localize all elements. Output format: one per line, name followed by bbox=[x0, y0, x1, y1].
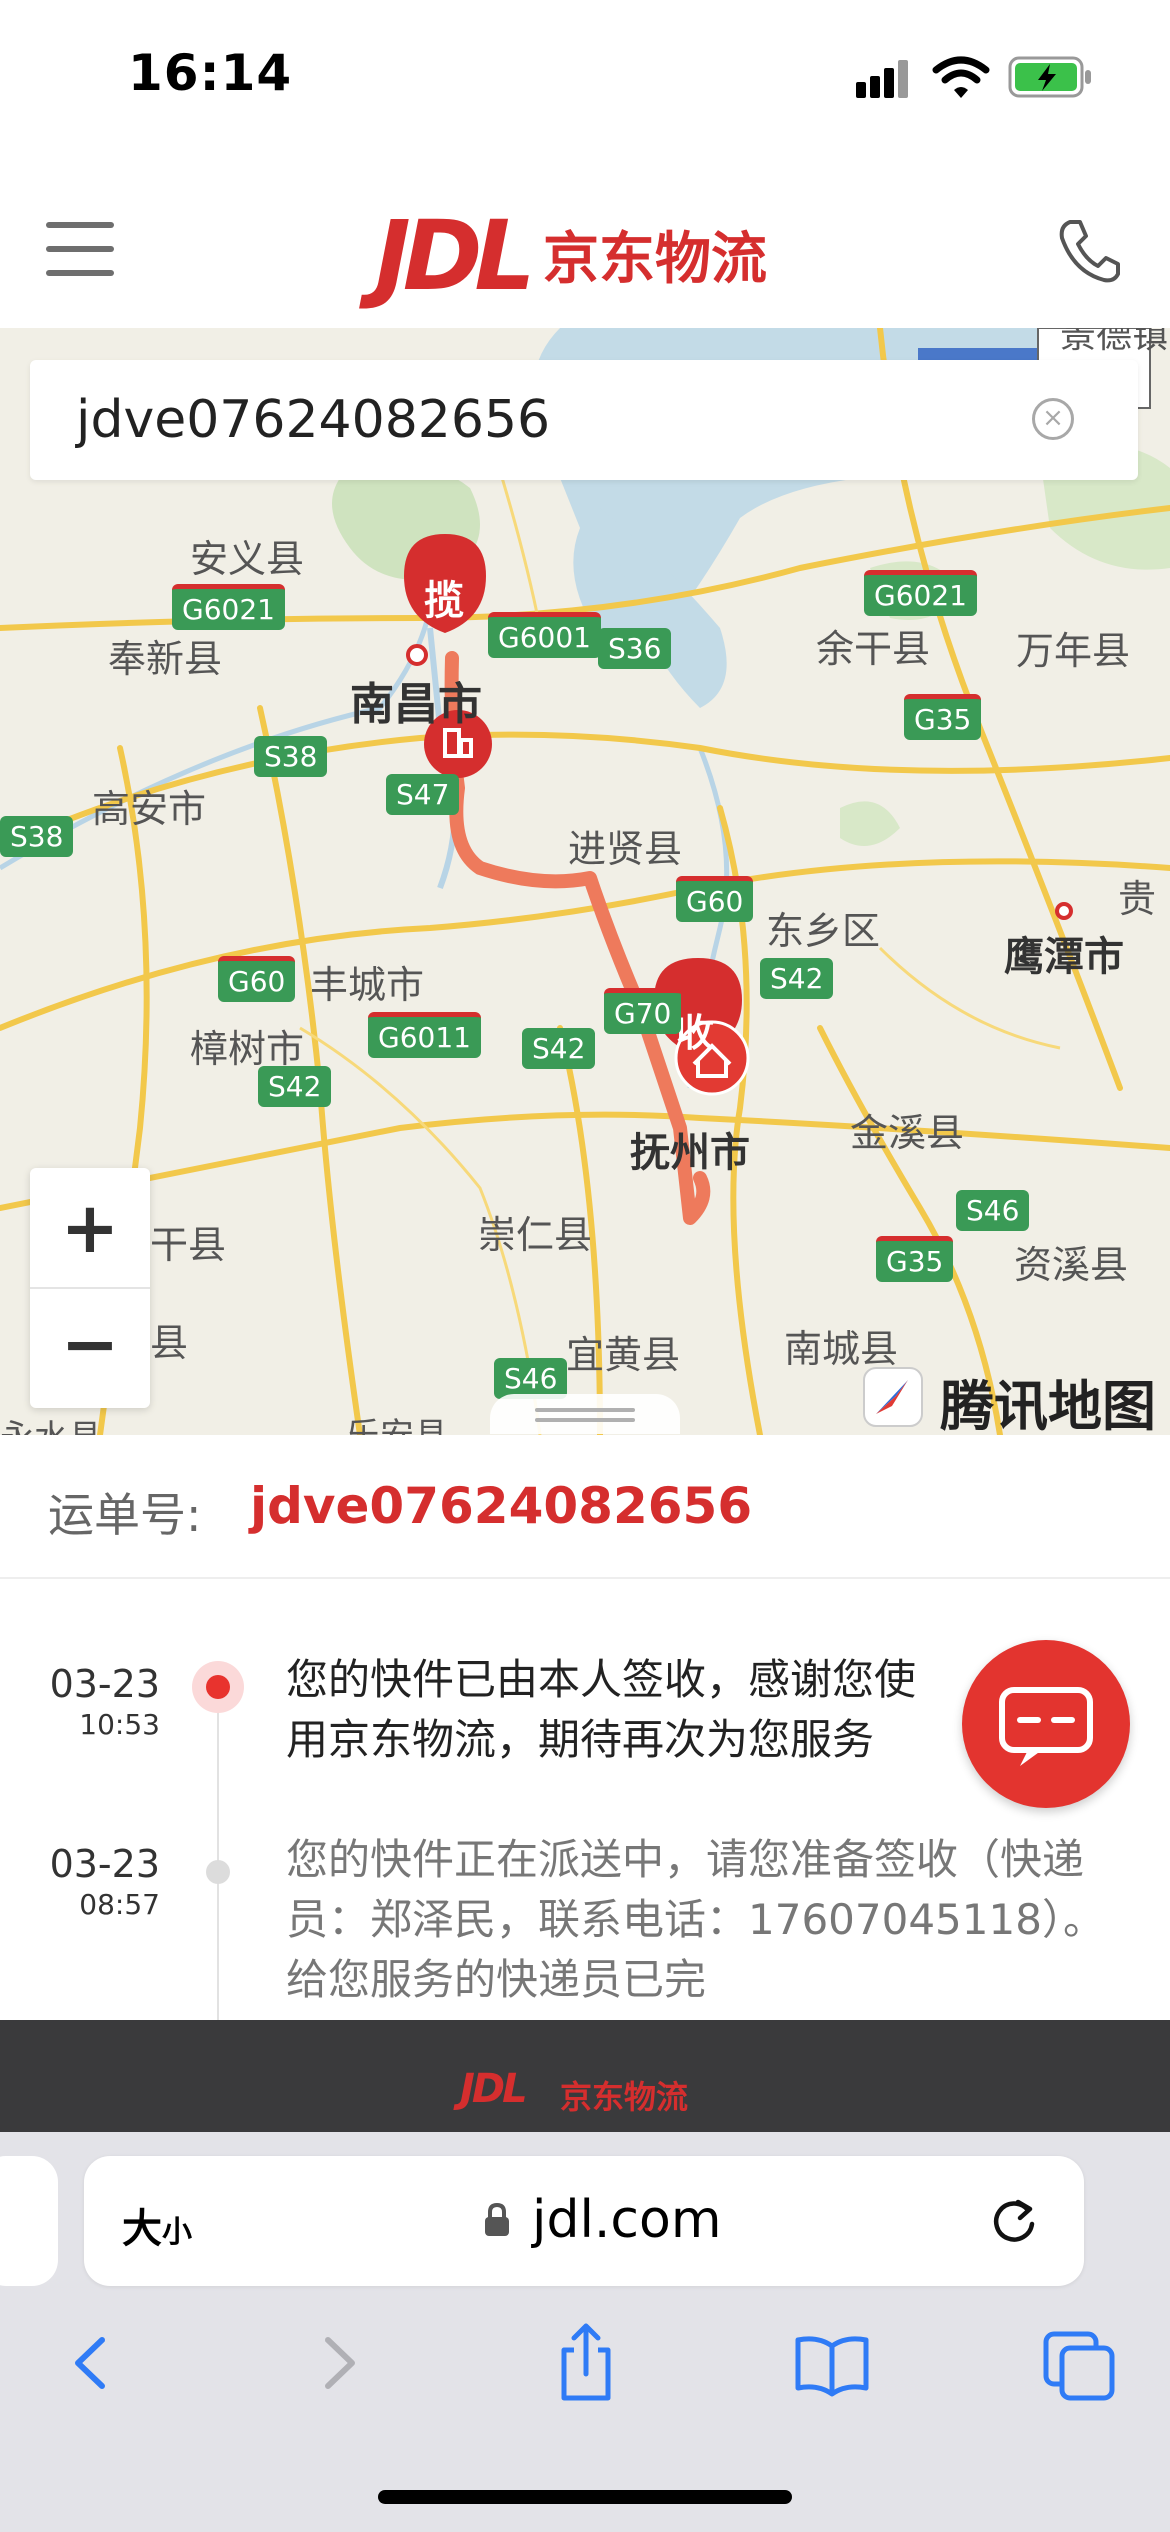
marker-pickup[interactable]: 揽 bbox=[424, 568, 464, 626]
clear-icon[interactable]: × bbox=[1032, 398, 1074, 440]
place-label: 樟树市 bbox=[190, 1027, 305, 1071]
zoom-control: + − bbox=[30, 1168, 150, 1408]
place-label: 贵 bbox=[1118, 877, 1157, 921]
waybill-row: 运单号: jdve07624082656 bbox=[0, 1435, 1170, 1579]
place-label: 景德镇 bbox=[1060, 328, 1169, 356]
tabs-icon[interactable] bbox=[1040, 2318, 1120, 2408]
place-label: 奉新县 bbox=[108, 637, 223, 681]
place-label: 万年县 bbox=[1016, 629, 1131, 673]
highway-shield: G60 bbox=[218, 956, 296, 1002]
highway-shield: G6021 bbox=[864, 570, 977, 616]
highway-shield: G35 bbox=[904, 694, 982, 740]
highway-shield: S42 bbox=[258, 1066, 332, 1107]
highway-shield: G6001 bbox=[488, 612, 601, 658]
wifi-icon bbox=[932, 56, 990, 98]
bookmarks-icon[interactable] bbox=[792, 2318, 872, 2408]
tracking-number-input[interactable]: jdve07624082656 bbox=[76, 390, 550, 450]
phone-icon[interactable] bbox=[1056, 218, 1120, 284]
url-text: jdl.com bbox=[532, 2190, 722, 2250]
timeline-dot-active bbox=[192, 1661, 244, 1713]
brand-name: 京东物流 bbox=[543, 227, 767, 292]
forward-icon[interactable] bbox=[300, 2318, 380, 2408]
place-label: 鹰潭市 bbox=[1004, 934, 1124, 980]
battery-charging-icon bbox=[1008, 56, 1091, 98]
highway-shield: G70 bbox=[604, 988, 682, 1034]
highway-shield: S38 bbox=[0, 816, 74, 857]
place-label: 永水县 bbox=[0, 1410, 102, 1435]
chat-icon bbox=[999, 1687, 1093, 1766]
waybill-number: jdve07624082656 bbox=[250, 1477, 753, 1535]
timeline-date: 03-23 bbox=[49, 1842, 160, 1886]
map-provider-label: 腾讯地图 bbox=[940, 1375, 1156, 1438]
highway-shield: S47 bbox=[386, 774, 460, 815]
waybill-label: 运单号: bbox=[48, 1488, 202, 1542]
highway-shield: G60 bbox=[676, 876, 754, 922]
place-label: 抚州市 bbox=[630, 1130, 750, 1176]
timeline-time: 08:57 bbox=[79, 1888, 160, 1921]
place-label: 金溪县 bbox=[850, 1111, 965, 1155]
highway-shield: S46 bbox=[956, 1190, 1030, 1231]
highway-shield: G6011 bbox=[368, 1012, 481, 1058]
place-label: 崇仁县 bbox=[478, 1213, 593, 1257]
place-label: 资溪县 bbox=[1014, 1243, 1129, 1287]
place-label: 高安市 bbox=[92, 787, 207, 831]
reload-icon[interactable] bbox=[988, 2196, 1040, 2248]
place-label: 余干县 bbox=[816, 627, 931, 671]
highway-shield: G6021 bbox=[172, 584, 285, 630]
highway-shield: S36 bbox=[598, 628, 672, 669]
highway-shield: S42 bbox=[522, 1028, 596, 1069]
highway-shield: G35 bbox=[876, 1236, 954, 1282]
menu-icon[interactable] bbox=[46, 222, 114, 276]
zoom-out-button[interactable]: − bbox=[30, 1288, 150, 1408]
drawer-handle[interactable] bbox=[490, 1394, 680, 1434]
timeline-line bbox=[217, 1690, 219, 2020]
place-label: 进贤县 bbox=[568, 827, 683, 871]
text-size-small: 小 bbox=[162, 2215, 192, 2250]
address-bar[interactable]: 大小 jdl.com bbox=[84, 2156, 1084, 2286]
text-size-button[interactable]: 大小 bbox=[122, 2196, 192, 2254]
share-icon[interactable] bbox=[546, 2318, 626, 2408]
status-time: 16:14 bbox=[128, 44, 293, 102]
customer-service-button[interactable] bbox=[962, 1640, 1130, 1808]
lock-icon bbox=[485, 2202, 509, 2236]
zoom-in-button[interactable]: + bbox=[30, 1168, 150, 1288]
place-label: 干县 bbox=[150, 1223, 227, 1267]
jdl-logo: JDL bbox=[375, 200, 536, 312]
timeline-date: 03-23 bbox=[49, 1662, 160, 1706]
footer-logo: JDL bbox=[460, 2066, 528, 2112]
place-label: 县 bbox=[150, 1321, 189, 1365]
home-indicator bbox=[378, 2490, 792, 2504]
text-size-big: 大 bbox=[122, 2206, 162, 2252]
place-label: 乐安县 bbox=[346, 1408, 448, 1435]
cellular-signal-icon bbox=[856, 58, 916, 98]
map-view[interactable]: 揽 收 安义县 奉新县 南昌市 高安市 进贤县 东乡区 余干县 万年县 鹰潭市 … bbox=[0, 328, 1170, 1435]
highway-shield: S42 bbox=[760, 958, 834, 999]
highway-shield: S46 bbox=[494, 1358, 568, 1399]
tracking-search-bar[interactable]: jdve07624082656 × bbox=[30, 360, 1138, 480]
previous-tab-peek[interactable] bbox=[0, 2156, 58, 2286]
place-label: 安义县 bbox=[190, 537, 305, 581]
back-icon[interactable] bbox=[50, 2318, 130, 2408]
highway-shield: S38 bbox=[254, 736, 328, 777]
place-label: 丰城市 bbox=[310, 963, 425, 1007]
tencent-map-icon bbox=[863, 1367, 923, 1427]
footer-brand: 京东物流 bbox=[560, 2078, 689, 2116]
timeline-text: 您的快件已由本人签收，感谢您使用京东物流，期待再次为您服务 bbox=[286, 1655, 917, 1764]
timeline-time: 10:53 bbox=[79, 1708, 160, 1741]
place-label: 南城县 bbox=[784, 1327, 899, 1371]
place-label: 东乡区 bbox=[766, 909, 881, 953]
marker-deliver[interactable]: 收 bbox=[676, 1002, 714, 1057]
timeline-dot bbox=[206, 1860, 230, 1884]
place-label: 南昌市 bbox=[350, 679, 482, 730]
timeline-text: 您的快件正在派送中，请您准备签收（快递员：郑泽民，联系电话：1760704511… bbox=[286, 1835, 1105, 2004]
place-label: 宜黄县 bbox=[566, 1333, 681, 1377]
